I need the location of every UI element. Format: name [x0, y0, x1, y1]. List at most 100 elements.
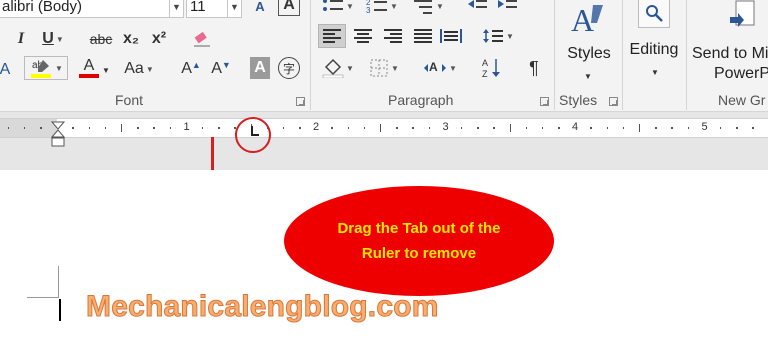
- superscript-icon: x²: [151, 30, 167, 47]
- font-color-icon: A: [83, 57, 95, 74]
- watermark-text: Mechanicalengblog.com: [86, 290, 439, 324]
- ruler-tick: [363, 127, 366, 129]
- ruler-number: 5: [701, 121, 708, 133]
- font-name-dropdown-icon[interactable]: ▼: [169, 0, 183, 17]
- paragraph-dialog-launcher-icon[interactable]: [540, 97, 549, 106]
- send-to-powerpoint-icon[interactable]: [728, 0, 758, 38]
- clear-formatting-button[interactable]: [190, 27, 214, 51]
- ruler-number: 3: [442, 121, 449, 133]
- indent-marker-icon[interactable]: [51, 121, 65, 151]
- grow-font-button[interactable]: A: [249, 0, 271, 18]
- ruler-tick: [687, 127, 690, 129]
- shading-button[interactable]: ▼: [318, 56, 358, 80]
- asian-layout-button[interactable]: A ▼: [420, 56, 460, 80]
- asian-layout-icon: A: [424, 60, 447, 74]
- underline-icon: U: [42, 30, 54, 47]
- text-effects-button[interactable]: A: [278, 0, 300, 16]
- ruler-tick: [477, 127, 479, 129]
- page-corner-mark-horizontal: [27, 297, 59, 298]
- ruler-tick: [88, 127, 91, 129]
- char-shading-button[interactable]: A: [250, 57, 270, 79]
- font-name-box[interactable]: alibri (Body) ▼: [0, 0, 184, 18]
- numbering-button[interactable]: 2 3 ▼: [362, 0, 402, 18]
- font-name-value: alibri (Body): [2, 0, 83, 15]
- svg-text:Z: Z: [482, 69, 488, 79]
- styles-dropdown-icon[interactable]: ▼: [578, 64, 598, 88]
- horizontal-ruler[interactable]: 1 2 3 4 5: [0, 118, 768, 147]
- svg-text:3: 3: [366, 6, 371, 15]
- svg-text:A: A: [571, 2, 594, 38]
- ruler-tick: [590, 127, 592, 129]
- line-spacing-button[interactable]: ▼: [478, 24, 518, 48]
- font-color-dropdown-icon[interactable]: ▼: [100, 58, 112, 82]
- decrease-indent-icon: [468, 0, 487, 8]
- grow-font-small-button[interactable]: A ▲: [179, 57, 203, 81]
- page-corner-mark-vertical: [58, 266, 59, 297]
- strikethrough-button[interactable]: abc: [86, 27, 116, 51]
- ruler-tick: [525, 127, 528, 129]
- send-to-powerpoint-button-line2[interactable]: PowerP: [714, 64, 768, 84]
- svg-text:A: A: [482, 58, 488, 68]
- justify-button[interactable]: [410, 24, 436, 48]
- ruler-tick: [40, 127, 42, 129]
- send-to-powerpoint-button-line1[interactable]: Send to Mi: [692, 44, 768, 64]
- align-right-button[interactable]: [380, 24, 406, 48]
- italic-button[interactable]: I: [14, 27, 28, 51]
- sort-button[interactable]: AZ: [480, 56, 504, 80]
- bullets-button[interactable]: ▼: [318, 0, 358, 18]
- distributed-button[interactable]: [438, 24, 464, 48]
- subscript-icon: x₂: [122, 30, 139, 47]
- change-case-icon: Aa: [124, 60, 144, 77]
- ruler-tick: [719, 127, 722, 129]
- ruler-tick: [7, 127, 10, 129]
- change-case-button[interactable]: Aa ▼: [119, 57, 159, 81]
- increase-indent-button[interactable]: [494, 0, 520, 18]
- borders-button[interactable]: ▼: [364, 56, 404, 80]
- align-left-button[interactable]: [318, 24, 346, 48]
- font-size-dropdown-icon[interactable]: ▼: [227, 0, 241, 17]
- styles-gallery-icon[interactable]: A: [562, 0, 612, 40]
- multilevel-list-button[interactable]: ▼: [408, 0, 448, 18]
- ruler-tick: [137, 127, 139, 129]
- font-dialog-launcher-icon[interactable]: [296, 97, 305, 106]
- align-center-button[interactable]: [350, 24, 376, 48]
- ruler-tick: [282, 127, 285, 129]
- left-tab-stop-icon[interactable]: [251, 126, 259, 136]
- styles-group-label: Styles: [559, 92, 598, 108]
- editing-dropdown-icon[interactable]: ▼: [645, 60, 665, 84]
- text-effects-icon: A: [283, 0, 295, 13]
- superscript-button[interactable]: x²: [148, 27, 170, 51]
- underline-button[interactable]: U ▼: [36, 27, 70, 51]
- shrink-font-small-button[interactable]: A ▼: [209, 57, 233, 81]
- pilcrow-icon: ¶: [529, 57, 539, 78]
- ruler-tick: [736, 127, 738, 129]
- find-button[interactable]: [638, 0, 670, 28]
- underline-dropdown-icon[interactable]: ▼: [56, 35, 64, 44]
- eraser-icon: [194, 31, 210, 47]
- font-size-box[interactable]: 11 ▼: [186, 0, 242, 18]
- styles-dialog-launcher-icon[interactable]: [609, 97, 618, 106]
- distributed-icon: [440, 29, 462, 43]
- ribbon: alibri (Body) ▼ 11 ▼ A A I U ▼ abc x₂ x² …: [0, 0, 768, 112]
- ruler-tick: [509, 124, 511, 132]
- styles-button[interactable]: Styles: [562, 44, 616, 64]
- shrink-font-small-icon: A: [211, 60, 222, 77]
- ruler-number: 4: [571, 121, 579, 133]
- group-divider: [554, 0, 555, 110]
- char-shading-icon: A: [254, 59, 266, 76]
- change-case-dropdown-icon[interactable]: ▼: [146, 65, 154, 74]
- ruler-tick: [72, 127, 74, 129]
- subscript-button[interactable]: x₂: [120, 27, 142, 51]
- highlight-button[interactable]: ab ▼: [24, 56, 68, 80]
- group-divider: [686, 0, 687, 110]
- ruler-tick: [752, 127, 754, 129]
- enclose-characters-button[interactable]: 字: [278, 57, 300, 79]
- strikethrough-icon: abc: [89, 31, 113, 47]
- ruler-tick: [347, 127, 350, 129]
- highlight-dropdown-icon[interactable]: ▼: [55, 64, 63, 73]
- text-effects-small-icon[interactable]: A: [0, 58, 12, 82]
- editing-button[interactable]: Editing: [624, 40, 684, 60]
- show-formatting-marks-button[interactable]: ¶: [524, 56, 544, 80]
- ruler-tick: [622, 127, 625, 129]
- decrease-indent-button[interactable]: [464, 0, 490, 18]
